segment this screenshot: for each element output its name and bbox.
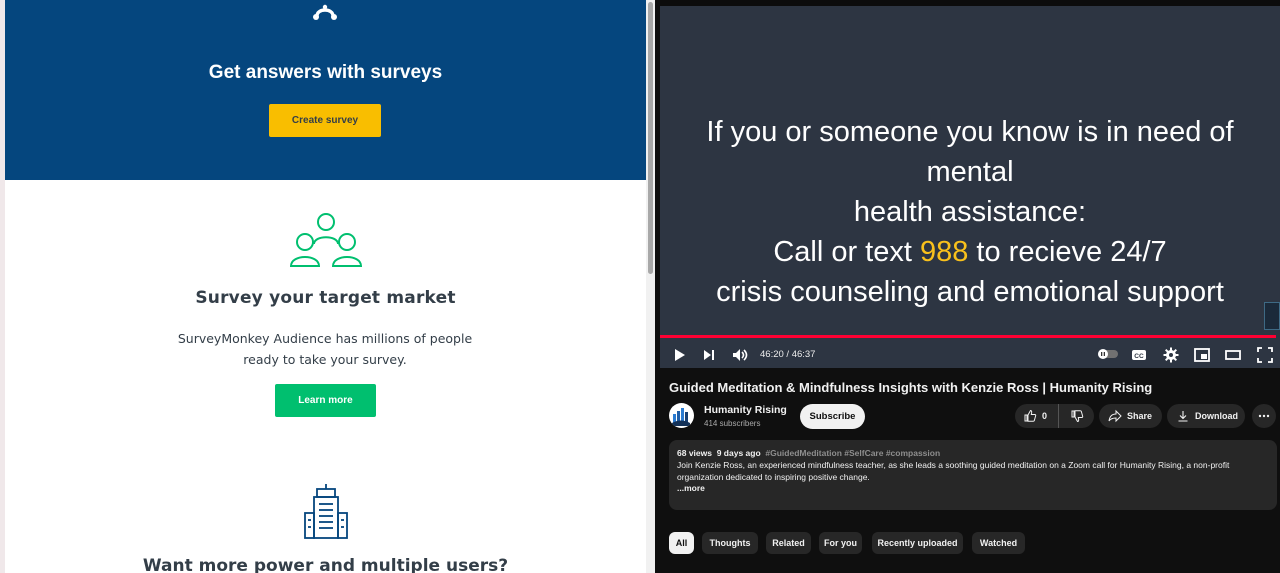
subscriber-count: 414 subscribers [704,419,761,428]
chip-thoughts[interactable]: Thoughts [702,532,758,554]
captions-icon[interactable]: CC [1130,346,1148,364]
chip-watched[interactable]: Watched [972,532,1025,554]
chip-all[interactable]: All [669,532,694,554]
hashtags[interactable]: #GuidedMeditation #SelfCare #compassion [765,448,940,458]
more-horiz-icon [1258,414,1270,418]
share-button[interactable]: Share [1099,404,1162,428]
theater-mode-icon[interactable] [1224,346,1242,364]
more-actions-button[interactable] [1252,404,1276,428]
like-dislike-group: 0 [1015,404,1094,428]
fullscreen-icon[interactable] [1256,346,1274,364]
scrollbar[interactable] [646,0,655,573]
slide-text: If you or someone you know is in need of… [660,112,1280,312]
learn-more-button[interactable]: Learn more [275,384,376,417]
audience-title: Survey your target market [195,288,456,308]
progress-bar[interactable] [660,335,1277,338]
share-label: Share [1127,411,1153,421]
play-icon[interactable] [670,346,688,364]
share-arrow-icon [1108,409,1122,423]
like-button[interactable]: 0 [1015,404,1059,428]
chip-for-you[interactable]: For you [819,532,862,554]
slide-line-2: health assistance: [853,196,1087,228]
chip-recently-uploaded[interactable]: Recently uploaded [872,532,963,554]
video-title: Guided Meditation & Mindfulness Insights… [669,380,1153,395]
hero-banner: Get answers with surveys Create survey [5,0,646,180]
surveymonkey-logo-icon [313,4,337,20]
humanity-rising-logo-icon [672,408,690,426]
description-box[interactable]: 68 views 9 days ago #GuidedMeditation #S… [669,440,1277,510]
download-icon [1178,411,1188,422]
building-icon [304,484,348,539]
channel-avatar[interactable] [669,403,694,428]
description-text: Join Kenzie Ross, an experienced mindful… [677,460,1230,482]
dislike-button[interactable] [1060,404,1094,428]
download-button[interactable]: Download [1167,404,1245,428]
slide-line-3: Call or text 988 to recieve 24/7 [660,232,1280,272]
svg-text:CC: CC [1134,353,1144,360]
slide-line-3-before: Call or text [773,236,920,268]
create-survey-button[interactable]: Create survey [269,104,381,137]
chip-related[interactable]: Related [766,532,811,554]
slide-line-3-after: to recieve 24/7 [968,236,1167,268]
survey-pane: Get answers with surveys Create survey S… [0,0,655,573]
slide-line-1: If you or someone you know is in need of… [706,116,1234,188]
channel-watermark[interactable] [1264,302,1280,330]
volume-icon[interactable] [730,346,750,364]
people-group-icon [289,213,363,267]
slide-line-4: crisis counseling and emotional support [716,276,1224,308]
audience-description: SurveyMonkey Audience has millions of pe… [177,331,473,367]
autoplay-toggle-icon[interactable] [1097,348,1119,360]
survey-page: Get answers with surveys Create survey S… [5,0,646,573]
miniplayer-icon[interactable] [1193,346,1211,364]
video-player[interactable]: If you or someone you know is in need of… [660,6,1280,368]
show-more-link[interactable]: ...more [677,483,1269,493]
download-label: Download [1195,411,1238,421]
teams-title: Want more power and multiple users? [142,556,509,573]
description-meta: 68 views 9 days ago #GuidedMeditation #S… [677,448,1269,458]
time-display: 46:20 / 46:37 [760,349,816,360]
next-icon[interactable] [700,346,718,364]
youtube-pane: If you or someone you know is in need of… [655,0,1280,573]
thumbs-up-icon [1024,409,1037,422]
hotline-number: 988 [919,236,969,268]
scrollbar-thumb[interactable] [648,2,653,274]
channel-name[interactable]: Humanity Rising [704,404,787,416]
thumbs-down-icon [1071,410,1084,423]
upload-date: 9 days ago [716,448,761,458]
subscribe-button[interactable]: Subscribe [800,404,865,429]
hero-title: Get answers with surveys [208,62,443,83]
settings-gear-icon[interactable] [1162,346,1180,364]
view-count: 68 views [677,448,712,458]
like-count: 0 [1042,411,1048,421]
